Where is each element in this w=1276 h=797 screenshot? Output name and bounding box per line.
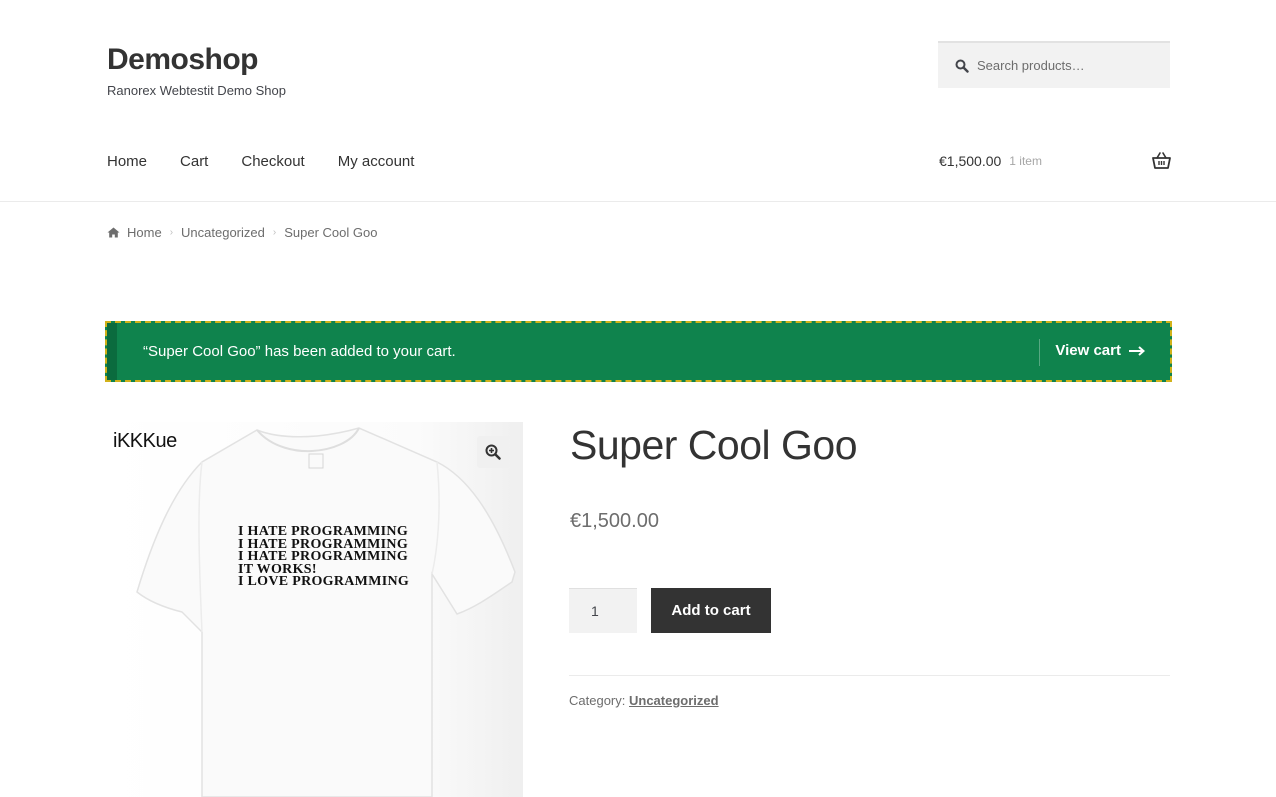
search-input[interactable]	[977, 58, 1157, 73]
nav-cart[interactable]: Cart	[180, 153, 208, 170]
notice-stripe	[107, 323, 117, 380]
added-to-cart-notice: “Super Cool Goo” has been added to your …	[105, 321, 1172, 382]
arrow-right-icon	[1129, 345, 1145, 356]
view-cart-button[interactable]: View cart	[1055, 342, 1145, 359]
breadcrumb: Home › Uncategorized › Super Cool Goo	[107, 225, 377, 240]
notice-message: “Super Cool Goo” has been added to your …	[143, 343, 456, 360]
nav-my-account[interactable]: My account	[338, 153, 415, 170]
site-title[interactable]: Demoshop	[107, 43, 259, 77]
breadcrumb-home[interactable]: Home	[127, 225, 162, 240]
category-link[interactable]: Uncategorized	[629, 693, 719, 708]
add-to-cart-button[interactable]: Add to cart	[651, 588, 771, 633]
chevron-right-icon: ›	[169, 227, 174, 238]
shirt-print: I HATE PROGRAMMING I HATE PROGRAMMING I …	[238, 525, 410, 589]
category-label: Category:	[569, 693, 626, 708]
cart-amount[interactable]: €1,500.00	[939, 153, 1001, 169]
nav-home[interactable]: Home	[107, 153, 147, 170]
tshirt-image	[107, 422, 523, 797]
chevron-right-icon: ›	[272, 227, 277, 238]
product-meta: Category: Uncategorized	[569, 693, 719, 708]
view-cart-label: View cart	[1055, 342, 1121, 359]
nav-checkout[interactable]: Checkout	[241, 153, 304, 170]
header-divider	[0, 201, 1276, 202]
product-title: Super Cool Goo	[570, 422, 858, 468]
cart-count[interactable]: 1 item	[1009, 154, 1042, 168]
product-price: €1,500.00	[570, 510, 659, 532]
breadcrumb-category[interactable]: Uncategorized	[181, 225, 265, 240]
shirt-line: I LOVE PROGRAMMING	[238, 574, 410, 589]
notice-divider	[1039, 339, 1040, 366]
search-icon	[955, 59, 969, 73]
brand-logo: iKKKue	[113, 430, 177, 452]
product-image[interactable]: iKKKue I HATE PROGRAMMING I HATE PROGRAM…	[107, 422, 523, 797]
quantity-input[interactable]	[569, 588, 637, 633]
mini-cart[interactable]: €1,500.00 1 item	[939, 152, 1171, 170]
basket-icon[interactable]	[1152, 152, 1171, 170]
site-description: Ranorex Webtestit Demo Shop	[107, 83, 286, 98]
search-box	[938, 41, 1170, 88]
meta-divider	[569, 675, 1170, 676]
home-icon	[107, 227, 120, 238]
primary-nav: Home Cart Checkout My account	[107, 153, 447, 170]
zoom-button[interactable]	[477, 436, 509, 468]
zoom-in-icon	[485, 444, 501, 460]
breadcrumb-current: Super Cool Goo	[284, 225, 378, 240]
